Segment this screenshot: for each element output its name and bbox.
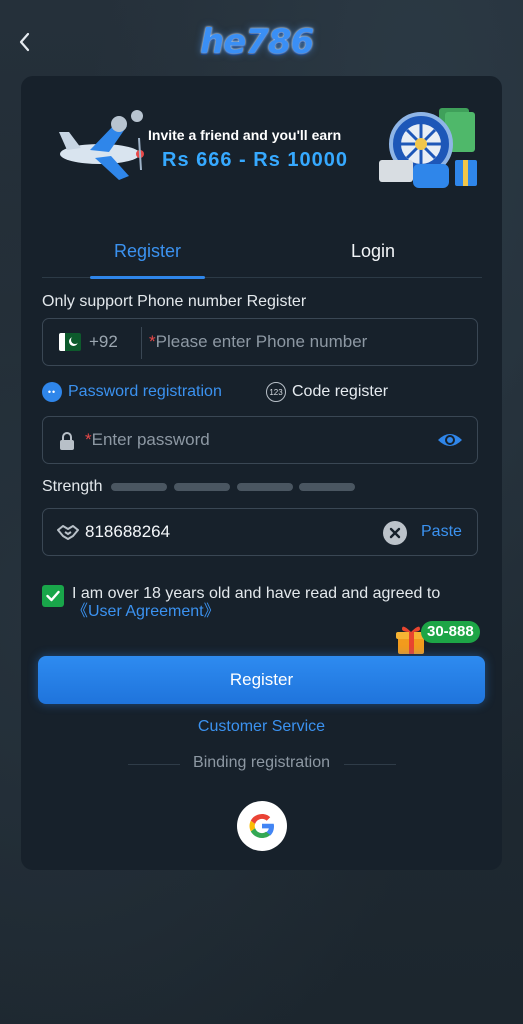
- support-note: Only support Phone number Register: [42, 293, 307, 310]
- strength-label: Strength: [42, 478, 103, 495]
- strength-bar-4: [299, 483, 355, 491]
- invite-code-field[interactable]: 818688264 Paste: [42, 508, 478, 556]
- invite-code-value[interactable]: 818688264: [85, 522, 170, 542]
- top-bar: he786: [0, 0, 523, 84]
- banner-reward-range: Rs 666 - Rs 10000: [162, 149, 349, 171]
- password-registration-option[interactable]: •• Password registration: [42, 380, 222, 404]
- airplane-icon: [59, 110, 144, 180]
- lock-icon: [60, 432, 74, 450]
- country-code[interactable]: +92: [89, 332, 118, 352]
- tab-login[interactable]: Login: [318, 232, 428, 278]
- handshake-icon: [57, 525, 79, 540]
- google-signin-button[interactable]: [237, 801, 287, 851]
- phone-input[interactable]: *Please enter Phone number: [149, 332, 367, 352]
- google-icon: [249, 814, 274, 838]
- prize-wheel-icon: [379, 108, 477, 188]
- agreement-checkbox[interactable]: [42, 585, 64, 607]
- close-icon: [389, 527, 401, 539]
- paste-button[interactable]: Paste: [421, 523, 462, 541]
- app-logo: he786: [200, 22, 314, 62]
- password-registration-label: Password registration: [68, 383, 222, 400]
- strength-bar-1: [111, 483, 167, 491]
- password-strength: Strength: [42, 477, 442, 497]
- chevron-left-icon: [19, 32, 30, 52]
- strength-bar-2: [174, 483, 230, 491]
- binding-registration-label: Binding registration: [193, 754, 330, 771]
- user-agreement-link[interactable]: 《User Agreement》: [72, 603, 220, 620]
- clear-button[interactable]: [383, 521, 407, 545]
- password-field[interactable]: *Enter password: [42, 416, 478, 464]
- code-register-option[interactable]: 123 Code register: [266, 380, 388, 404]
- field-divider: [141, 327, 142, 359]
- phone-placeholder: Please enter Phone number: [155, 332, 368, 351]
- tab-register[interactable]: Register: [90, 232, 205, 279]
- phone-field[interactable]: +92 *Please enter Phone number: [42, 318, 478, 366]
- registration-mode: •• Password registration 123 Code regist…: [42, 380, 478, 404]
- password-placeholder: Enter password: [91, 430, 210, 449]
- eye-icon[interactable]: [437, 430, 463, 450]
- age-agreement: I am over 18 years old and have read and…: [42, 584, 482, 624]
- customer-service-link[interactable]: Customer Service: [0, 718, 523, 736]
- code-register-label: Code register: [292, 383, 389, 400]
- agreement-text: I am over 18 years old and have read and…: [72, 585, 472, 621]
- password-dots-icon: ••: [42, 382, 62, 402]
- checkmark-icon: [46, 590, 60, 602]
- agreement-statement: I am over 18 years old and have read and…: [72, 585, 441, 602]
- banner-headline: Invite a friend and you'll earn: [148, 127, 342, 143]
- register-card: [21, 76, 502, 870]
- auth-tabs: Register Login: [42, 232, 482, 279]
- strength-bar-3: [237, 483, 293, 491]
- register-button[interactable]: Register: [38, 656, 485, 704]
- back-button[interactable]: [10, 28, 38, 56]
- pakistan-flag-icon: [59, 333, 81, 351]
- promo-badge[interactable]: 30-888: [421, 621, 480, 643]
- numeric-code-icon: 123: [266, 382, 286, 402]
- password-input[interactable]: *Enter password: [85, 430, 210, 450]
